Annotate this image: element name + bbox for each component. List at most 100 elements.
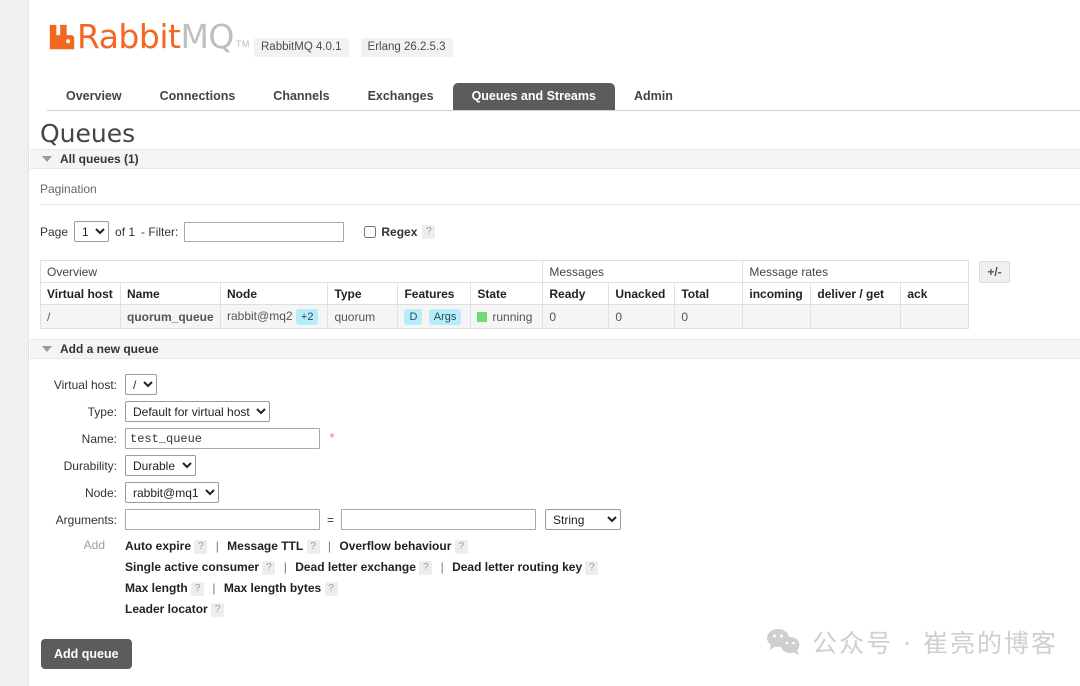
column-state[interactable]: State (470, 282, 544, 305)
preset-row-4: Leader locator ? (125, 599, 621, 620)
preset-separator: | (440, 560, 444, 574)
page-select[interactable]: 1 (74, 221, 110, 242)
toggle-columns-button[interactable]: +/- (979, 261, 1010, 283)
add-queue-section-header[interactable]: Add a new queue (30, 339, 1080, 359)
regex-help-icon[interactable]: ? (422, 224, 436, 239)
column-total[interactable]: Total (674, 282, 744, 305)
table-row[interactable]: / quorum_queue rabbit@mq2 +2 quorum D Ar… (40, 304, 970, 329)
durability-label: Durability: (63, 458, 117, 473)
preset-separator: | (215, 539, 219, 553)
preset-leader-locator[interactable]: Leader locator (125, 602, 208, 616)
argument-value-input[interactable] (341, 509, 537, 530)
dead-letter-exchange-help-icon[interactable]: ? (419, 560, 433, 575)
queue-name-input[interactable] (125, 428, 320, 449)
app-header: RabbitMQ TM RabbitMQ 4.0.1 Erlang 26.2.5… (30, 0, 1080, 84)
node-select[interactable]: rabbit@mq1 (125, 482, 219, 503)
dead-letter-routing-key-help-icon[interactable]: ? (585, 560, 599, 575)
cell-type: quorum (327, 304, 399, 329)
cell-virtual-host: / (40, 304, 121, 329)
column-features[interactable]: Features (397, 282, 472, 305)
feature-badge-durable: D (404, 308, 423, 325)
preset-overflow-behaviour[interactable]: Overflow behaviour (339, 539, 451, 553)
column-incoming[interactable]: incoming (742, 282, 812, 305)
single-active-consumer-help-icon[interactable]: ? (262, 560, 276, 575)
preset-max-length[interactable]: Max length (125, 581, 188, 595)
column-type[interactable]: Type (327, 282, 399, 305)
leader-locator-help-icon[interactable]: ? (211, 602, 225, 617)
erlang-version-badge: Erlang 26.2.5.3 (360, 38, 453, 57)
argument-type-select[interactable]: String (545, 509, 622, 530)
tab-queues-and-streams[interactable]: Queues and Streams (452, 83, 615, 110)
add-argument-link-cell: Add (30, 533, 125, 623)
feature-badge-args: Args (428, 308, 462, 325)
pagination-controls: Page 1 of 1 - Filter: Regex ? (40, 221, 1080, 242)
cell-features: D Args (397, 304, 472, 329)
cell-ack (900, 304, 970, 329)
preset-separator: | (212, 581, 216, 595)
cell-ready: 0 (542, 304, 610, 329)
preset-dead-letter-exchange[interactable]: Dead letter exchange (295, 560, 416, 574)
watermark-text: 公众号 · 崔亮的博客 (812, 629, 1058, 658)
cell-state: running (470, 304, 544, 329)
durability-select[interactable]: Durable (125, 455, 196, 476)
max-length-bytes-help-icon[interactable]: ? (324, 581, 338, 596)
column-node[interactable]: Node (219, 282, 329, 305)
durability-field-cell: Durable (125, 452, 621, 479)
add-argument-link[interactable]: Add (84, 538, 117, 552)
all-queues-section-header[interactable]: All queues (1) (30, 149, 1080, 169)
auto-expire-help-icon[interactable]: ? (194, 539, 208, 554)
preset-separator: | (283, 560, 287, 574)
form-row-durability: Durability: Durable (30, 452, 621, 479)
overflow-behaviour-help-icon[interactable]: ? (454, 539, 468, 554)
page-total-label: of 1 (115, 224, 136, 239)
column-unacked[interactable]: Unacked (608, 282, 676, 305)
argument-equals-sign: = (327, 512, 335, 527)
cell-total: 0 (674, 304, 744, 329)
content-area: RabbitMQ TM RabbitMQ 4.0.1 Erlang 26.2.5… (30, 0, 1080, 686)
filter-input[interactable] (184, 221, 345, 242)
column-deliver-get[interactable]: deliver / get (810, 282, 902, 305)
preset-separator: | (327, 539, 332, 553)
chevron-down-icon (42, 156, 52, 162)
regex-checkbox[interactable] (364, 225, 377, 238)
preset-max-length-bytes[interactable]: Max length bytes (224, 581, 321, 595)
main-navigation: Overview Connections Channels Exchanges … (47, 83, 1080, 111)
add-queue-button[interactable]: Add queue (41, 639, 132, 669)
node-label: Node: (84, 485, 117, 500)
column-virtual-host[interactable]: Virtual host (40, 282, 121, 305)
preset-message-ttl[interactable]: Message TTL (227, 539, 303, 553)
virtual-host-field-cell: / (125, 371, 621, 398)
type-select[interactable]: Default for virtual host (125, 401, 270, 422)
column-ack[interactable]: ack (900, 282, 970, 305)
cell-incoming (742, 304, 812, 329)
all-queues-label: All queues (1) (60, 152, 139, 166)
node-name-text: rabbit@mq2 (227, 308, 293, 323)
group-header-overview: Overview (39, 260, 544, 283)
logo-trademark: TM (235, 39, 250, 49)
tab-exchanges[interactable]: Exchanges (349, 83, 453, 110)
preset-single-active-consumer[interactable]: Single active consumer (125, 560, 259, 574)
cell-queue-name[interactable]: quorum_queue (120, 304, 221, 329)
page-label: Page (40, 224, 69, 239)
tab-channels[interactable]: Channels (254, 83, 348, 110)
chevron-down-icon (42, 346, 52, 352)
preset-dead-letter-routing-key[interactable]: Dead letter routing key (452, 560, 582, 574)
cell-unacked: 0 (608, 304, 676, 329)
column-name[interactable]: Name (120, 282, 221, 305)
tab-connections[interactable]: Connections (141, 83, 255, 110)
argument-key-input[interactable] (125, 509, 320, 530)
rabbitmq-version-badge: RabbitMQ 4.0.1 (254, 38, 349, 57)
column-ready[interactable]: Ready (542, 282, 610, 305)
add-queue-form: Virtual host: / Type: Default for virtua… (30, 371, 622, 623)
message-ttl-help-icon[interactable]: ? (306, 539, 320, 554)
form-row-name: Name: * (30, 425, 621, 452)
tab-admin[interactable]: Admin (615, 83, 692, 110)
status-indicator-icon (477, 311, 488, 322)
preset-auto-expire[interactable]: Auto expire (125, 539, 191, 553)
presets-cell: Auto expire ? | Message TTL ? | Overflow… (125, 533, 621, 623)
form-row-node: Node: rabbit@mq1 (30, 479, 621, 506)
rabbitmq-logo[interactable]: RabbitMQ TM (47, 20, 250, 53)
virtual-host-select[interactable]: / (125, 374, 157, 395)
tab-overview[interactable]: Overview (47, 83, 141, 110)
max-length-help-icon[interactable]: ? (191, 581, 205, 596)
